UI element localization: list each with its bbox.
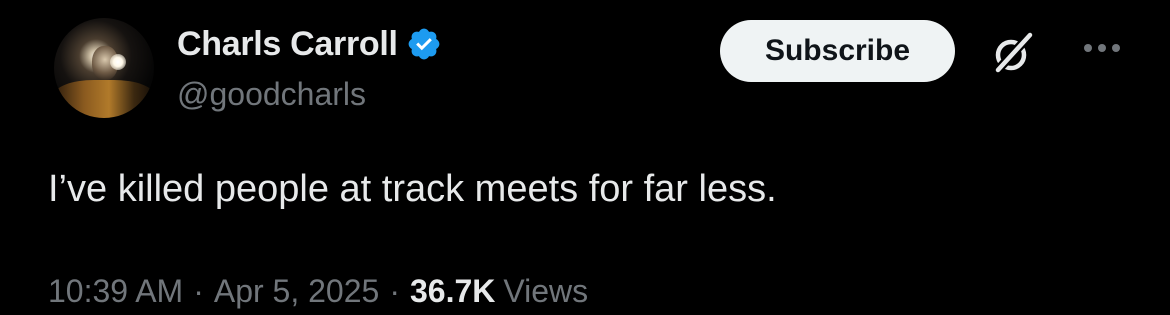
author-handle[interactable]: @goodcharls	[177, 76, 366, 113]
avatar-jacket	[54, 80, 154, 118]
avatar-light	[110, 54, 126, 70]
tweet-meta: 10:39 AM · Apr 5, 2025 · 36.7K Views	[48, 273, 588, 310]
tweet-time[interactable]: 10:39 AM	[48, 273, 183, 310]
author-display-name[interactable]: Charls Carroll	[177, 25, 398, 64]
views-label: Views	[503, 273, 589, 309]
meta-separator: ·	[193, 273, 204, 309]
tweet-date[interactable]: Apr 5, 2025	[214, 273, 379, 310]
views-count: 36.7K	[409, 273, 496, 309]
subscribe-button[interactable]: Subscribe	[720, 20, 955, 82]
author-name-row: Charls Carroll	[177, 22, 442, 66]
meta-separator: ·	[389, 273, 400, 309]
more-icon[interactable]	[1080, 38, 1130, 58]
avatar[interactable]	[54, 18, 154, 118]
grok-icon[interactable]	[988, 28, 1038, 78]
tweet-text: I’ve killed people at track meets for fa…	[48, 168, 777, 210]
verified-badge-icon[interactable]	[406, 26, 442, 62]
